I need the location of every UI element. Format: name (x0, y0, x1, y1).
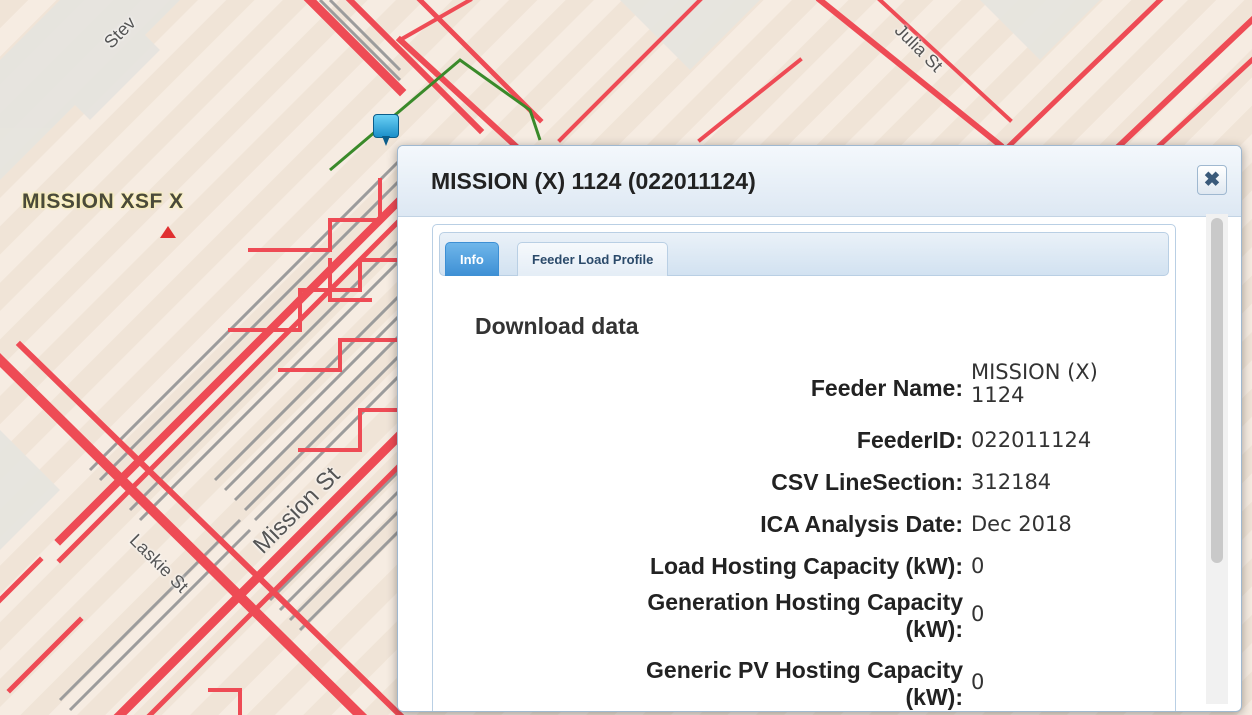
scrollbar-thumb[interactable] (1211, 218, 1223, 563)
close-icon: ✖ (1203, 169, 1221, 191)
feeder-info-popup: MISSION (X) 1124 (022011124) ✖ Info Feed… (397, 145, 1242, 712)
tab-feeder-load-profile[interactable]: Feeder Load Profile (517, 242, 669, 276)
field-label: CSV LineSection: (771, 469, 963, 495)
field-value: 0 (971, 670, 985, 694)
field-label: Load Hosting Capacity (kW): (649, 553, 963, 579)
popup-header: MISSION (X) 1124 (022011124) ✖ (398, 146, 1241, 217)
download-data-link[interactable]: Download data (475, 313, 639, 340)
tab-info[interactable]: Info (445, 242, 499, 276)
close-button[interactable]: ✖ (1197, 165, 1227, 195)
field-label: Generation Hosting Capacity (kW): (647, 589, 963, 642)
popup-scrollbar[interactable] (1206, 214, 1228, 704)
field-label: Generic PV Hosting Capacity (kW): (646, 657, 963, 710)
field-value: 022011124 (971, 428, 1092, 452)
field-value: Dec 2018 (971, 512, 1072, 536)
field-value: 0 (971, 554, 985, 578)
field-value: MISSION (X) 1124 (971, 360, 1098, 407)
tab-bar: Info Feeder Load Profile (439, 232, 1169, 276)
map-pin-icon[interactable] (373, 114, 399, 146)
popup-body: Info Feeder Load Profile Download data F… (432, 224, 1176, 711)
field-value: 312184 (971, 470, 1052, 494)
field-label: FeederID: (856, 427, 963, 453)
field-label: Feeder Name: (810, 375, 963, 401)
substation-marker-icon[interactable] (160, 226, 176, 238)
field-value: 0 (971, 602, 985, 626)
tab-content: Download data Feeder Name: MISSION (X) 1… (433, 277, 1175, 711)
substation-label: MISSION XSF X (22, 190, 184, 213)
field-label: ICA Analysis Date: (760, 511, 963, 537)
popup-title: MISSION (X) 1124 (022011124) (431, 168, 756, 194)
